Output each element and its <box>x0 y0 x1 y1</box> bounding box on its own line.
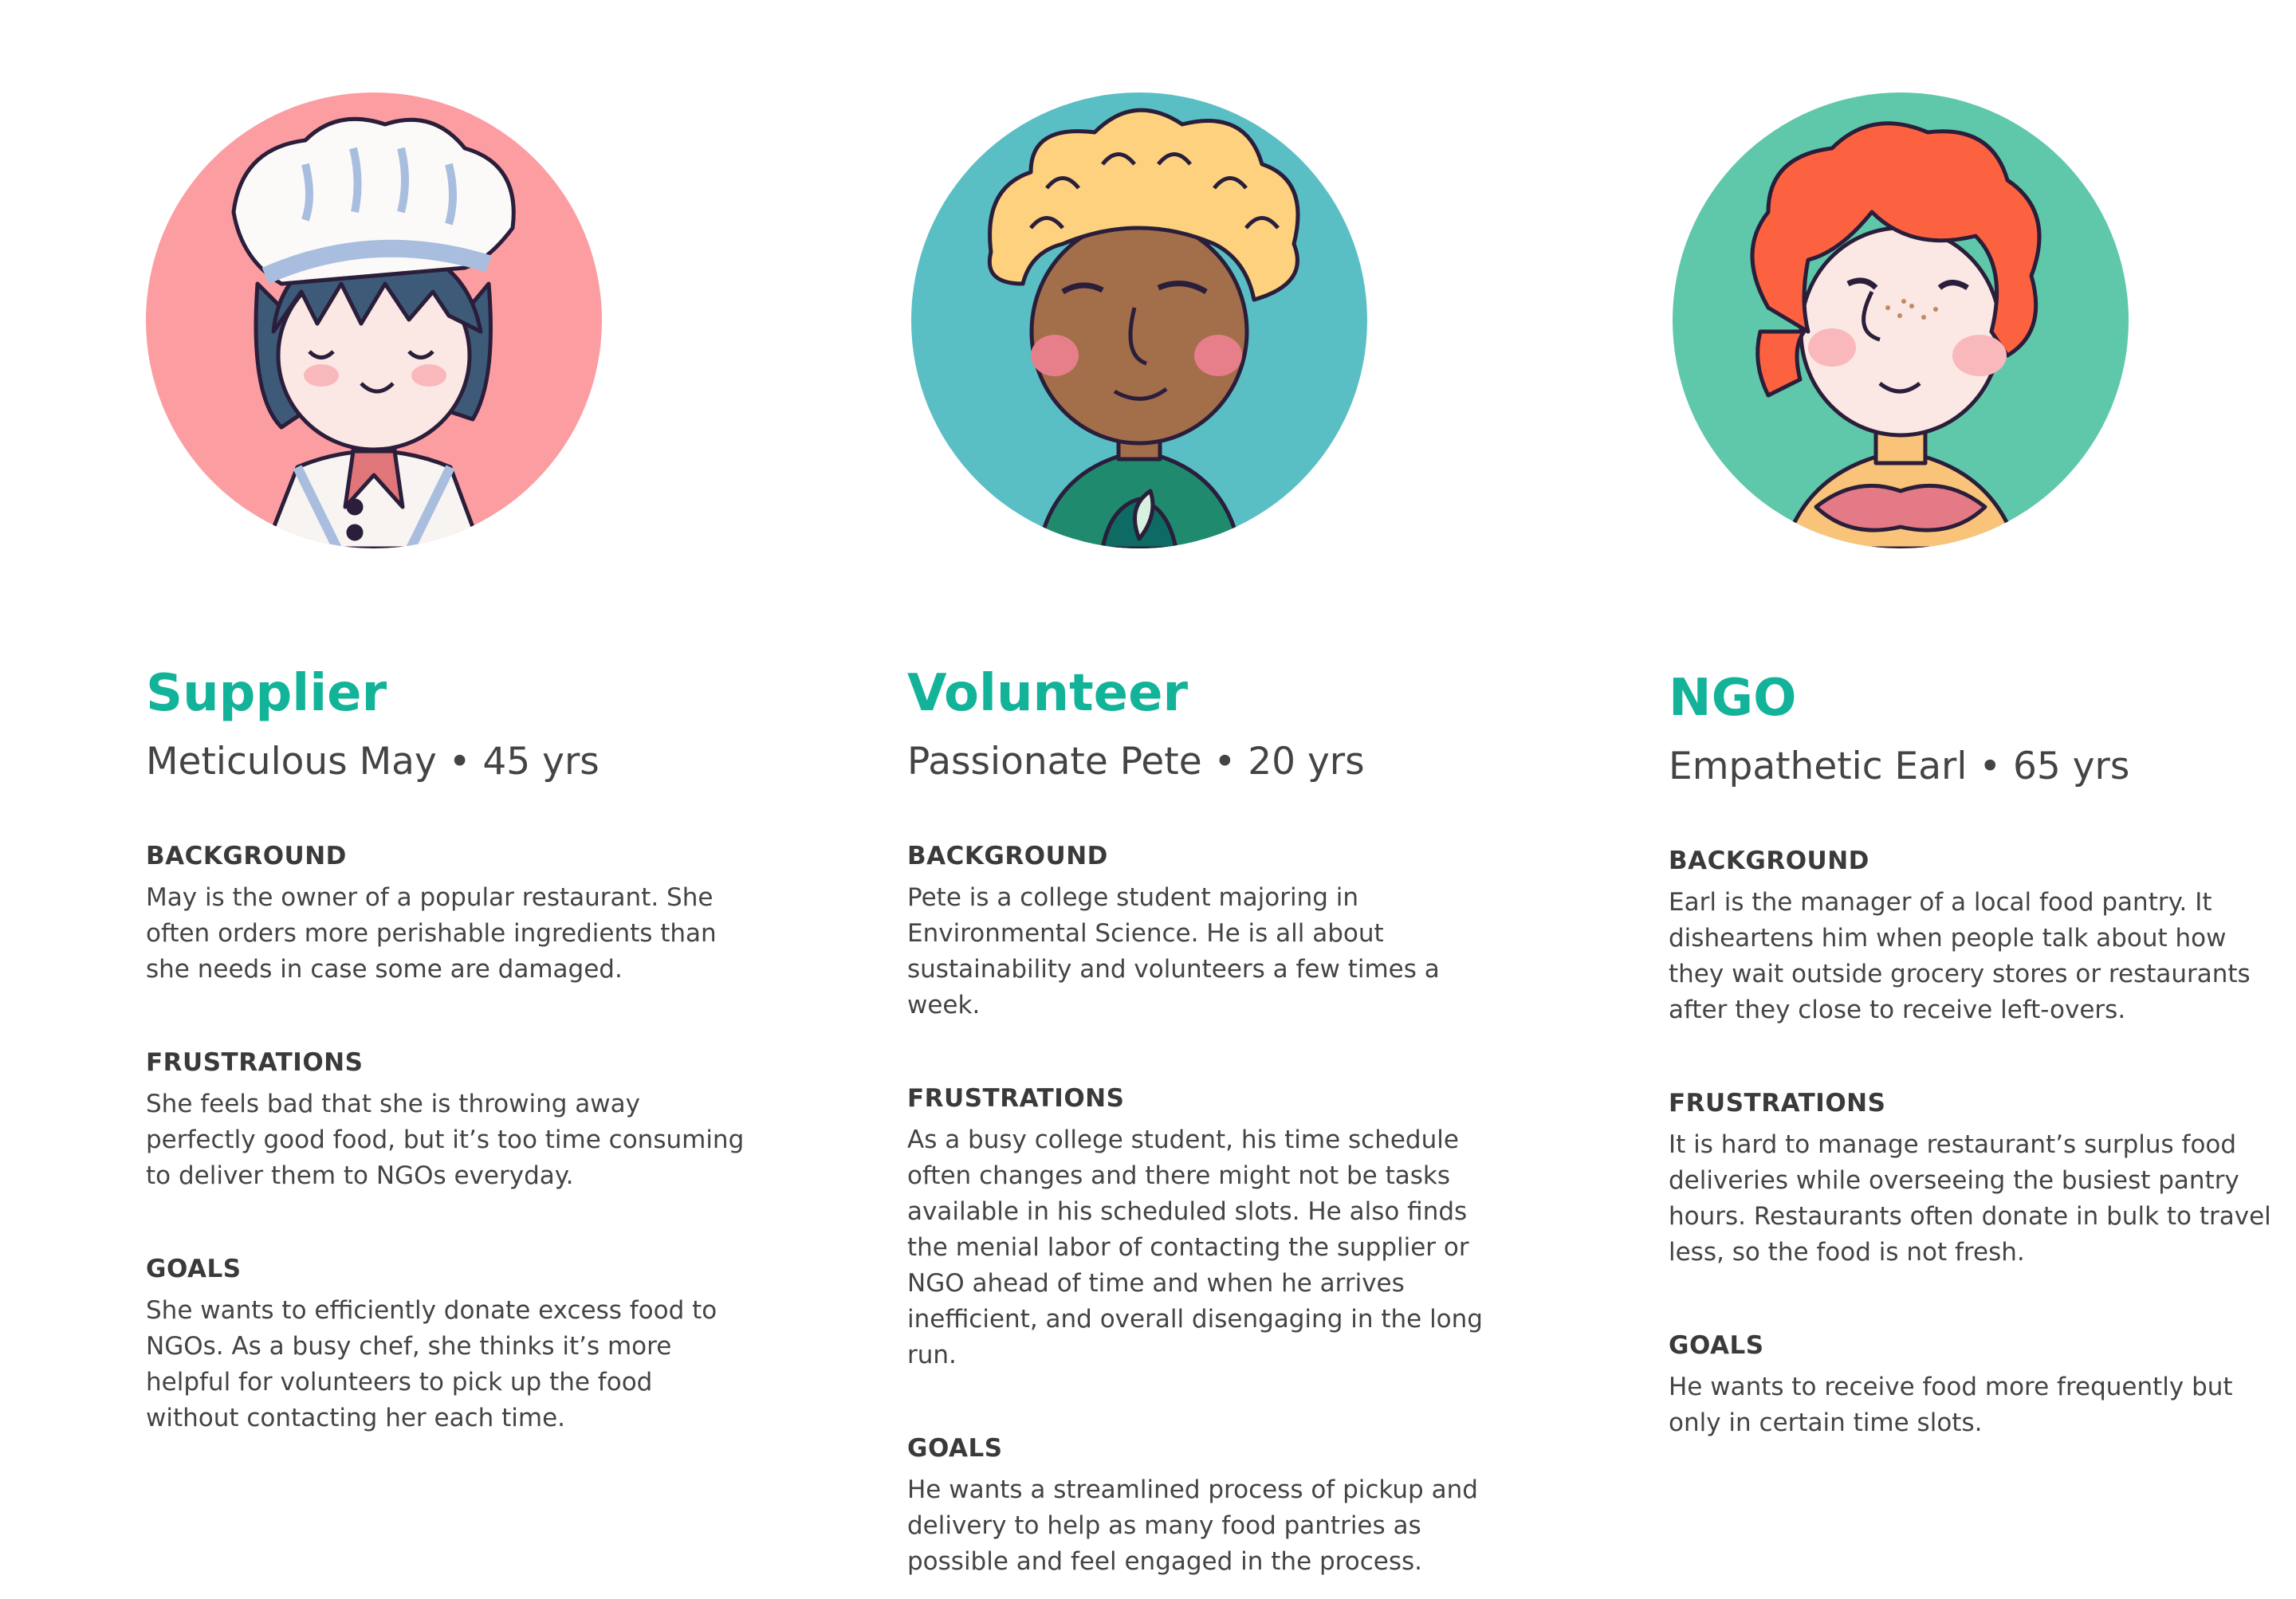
persona-name-age: Meticulous May • 45 yrs <box>146 740 600 784</box>
role-title: NGO <box>1669 669 1797 728</box>
persona-card-supplier: Supplier Meticulous May • 45 yrs BACKGRO… <box>146 662 752 1436</box>
section-text: May is the owner of a popular restaurant… <box>146 883 717 984</box>
role-title: Volunteer <box>907 664 1189 723</box>
frustrations-section: FRUSTRATIONS She feels bad that she is t… <box>146 1047 752 1194</box>
section-heading: BACKGROUND <box>146 842 347 870</box>
section-text: As a busy college student, his time sche… <box>907 1126 1483 1369</box>
volunteer-avatar <box>911 92 1367 548</box>
goals-section: GOALS She wants to efficiently donate ex… <box>146 1253 752 1436</box>
goals-section: GOALS He wants to receive food more freq… <box>1669 1330 2274 1441</box>
section-text: He wants to receive food more frequently… <box>1669 1373 2233 1437</box>
section-text: He wants a streamlined process of pickup… <box>907 1475 1478 1576</box>
volunteer-avatar-icon <box>911 92 1367 548</box>
ngo-avatar-icon <box>1673 92 2129 548</box>
frustrations-section: FRUSTRATIONS As a busy college student, … <box>907 1082 1513 1373</box>
section-heading: GOALS <box>907 1434 1003 1463</box>
chef-avatar-icon <box>146 92 602 548</box>
section-heading: GOALS <box>1669 1331 1764 1360</box>
persona-card-volunteer: Volunteer Passionate Pete • 20 yrs BACKG… <box>907 662 1513 1580</box>
role-title: Supplier <box>146 664 387 723</box>
section-heading: BACKGROUND <box>1669 847 1869 875</box>
section-heading: BACKGROUND <box>907 842 1108 870</box>
goals-section: GOALS He wants a streamlined process of … <box>907 1432 1513 1580</box>
section-text: Pete is a college student majoring in En… <box>907 883 1440 1020</box>
section-text: Earl is the manager of a local food pant… <box>1669 888 2251 1024</box>
section-text: She feels bad that she is throwing away … <box>146 1090 745 1190</box>
ngo-avatar <box>1673 92 2129 548</box>
section-text: She wants to efficiently donate excess f… <box>146 1296 718 1432</box>
section-heading: FRUSTRATIONS <box>146 1048 364 1077</box>
persona-name-age: Passionate Pete • 20 yrs <box>907 740 1365 784</box>
background-section: BACKGROUND Pete is a college student maj… <box>907 840 1513 1023</box>
section-heading: GOALS <box>146 1255 242 1283</box>
section-heading: FRUSTRATIONS <box>1669 1089 1886 1118</box>
background-section: BACKGROUND May is the owner of a popular… <box>146 840 752 988</box>
supplier-avatar <box>146 92 602 548</box>
background-section: BACKGROUND Earl is the manager of a loca… <box>1669 845 2274 1028</box>
persona-name-age: Empathetic Earl • 65 yrs <box>1669 744 2130 788</box>
persona-card-ngo: NGO Empathetic Earl • 65 yrs BACKGROUND … <box>1669 666 2274 1441</box>
section-heading: FRUSTRATIONS <box>907 1084 1125 1113</box>
frustrations-section: FRUSTRATIONS It is hard to manage restau… <box>1669 1087 2274 1271</box>
section-text: It is hard to manage restaurant’s surplu… <box>1669 1130 2271 1267</box>
